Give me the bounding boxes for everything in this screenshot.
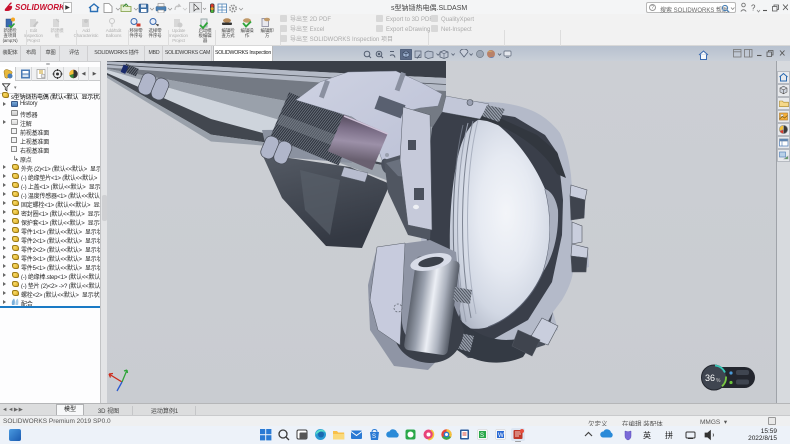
svg-text:W: W [498,433,504,439]
svg-text:%: % [716,378,721,384]
svg-text:S: S [480,433,484,439]
svg-text:36: 36 [705,373,715,383]
svg-text:英: 英 [643,430,651,440]
svg-text:?: ? [751,4,756,13]
svg-text:S: S [372,434,376,440]
svg-text:拼: 拼 [665,430,673,440]
